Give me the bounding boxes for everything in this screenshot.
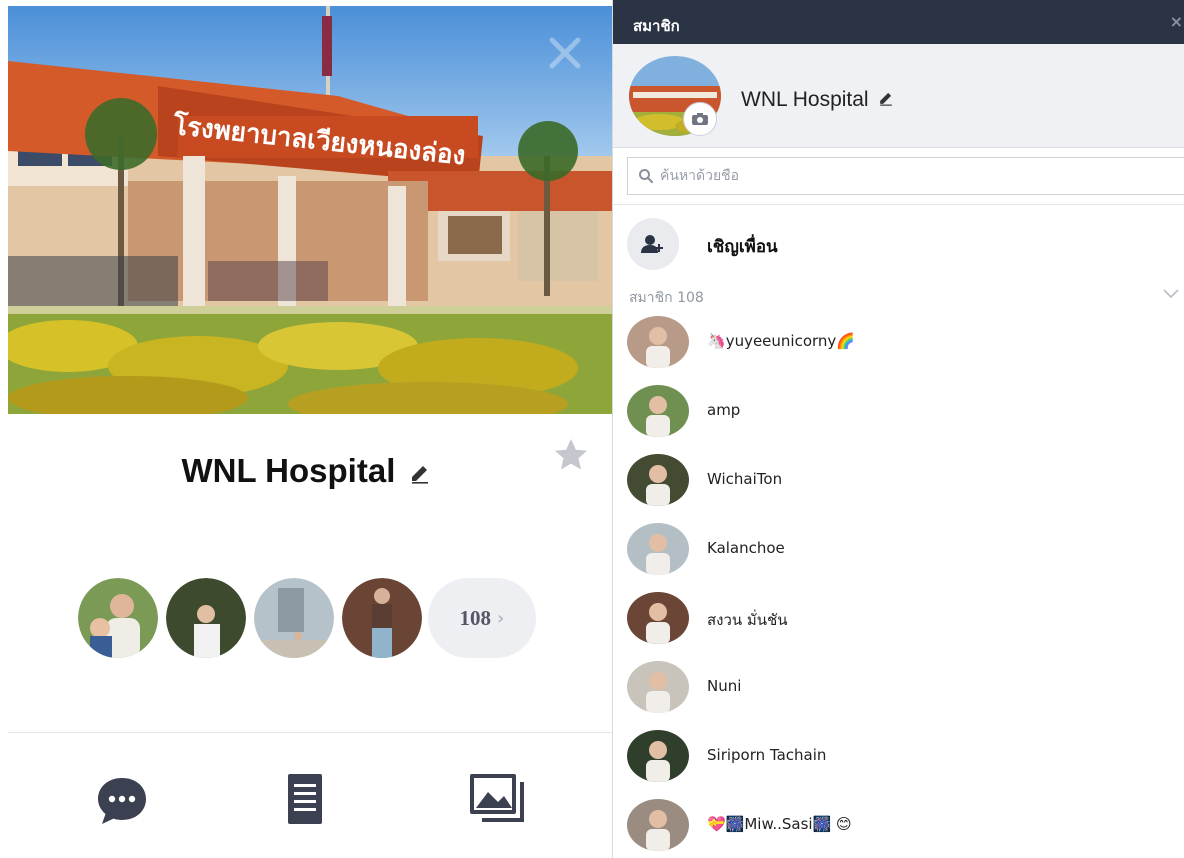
members-section-header[interactable]: สมาชิก 108 — [629, 287, 1184, 307]
member-name-line: Nuni — [707, 677, 741, 695]
member-name-line: Siriporn Tachain — [707, 746, 826, 764]
member-row[interactable]: Kalanchoe — [627, 523, 1167, 575]
pencil-icon[interactable] — [878, 88, 894, 112]
member-name: amp — [707, 401, 741, 419]
chevron-right-icon: › — [497, 607, 505, 629]
member-avatar[interactable] — [627, 592, 689, 644]
member-name: Siriporn Tachain — [707, 746, 827, 764]
member-name-line: สงวน มั่นชัน — [707, 608, 788, 632]
note-list-icon[interactable] — [282, 770, 342, 830]
close-icon[interactable]: × — [1170, 12, 1183, 31]
camera-icon[interactable] — [683, 102, 717, 136]
group-name-heading: WNL Hospital — [0, 452, 612, 492]
cover-photo-image: โรงพยาบาลเวียงหนองล่อง — [8, 6, 612, 414]
cover-photo[interactable]: โรงพยาบาลเวียงหนองล่อง — [8, 6, 612, 414]
group-profile-panel: โรงพยาบาลเวียงหนองล่อง WNL Hospital 108 … — [0, 0, 612, 858]
member-name: Nuni — [707, 677, 742, 695]
chat-bubble-icon[interactable] — [92, 770, 152, 830]
member-name-emoji: 🌈 — [836, 332, 855, 350]
member-name-emoji: 💝🎆 — [707, 815, 745, 833]
member-name-line: WichaiTon — [707, 470, 782, 488]
divider — [613, 204, 1184, 205]
member-row[interactable]: 💝🎆Miw..Sasi🎆 😊 — [627, 799, 1167, 851]
member-avatar[interactable] — [627, 730, 689, 782]
close-icon[interactable] — [548, 36, 582, 70]
invite-label: เชิญเพื่อน — [707, 237, 778, 257]
group-name-title: WNL Hospital — [741, 88, 894, 112]
member-name-line: 💝🎆Miw..Sasi🎆 😊 — [707, 815, 852, 833]
members-count: สมาชิก 108 — [629, 290, 704, 306]
divider — [8, 732, 612, 733]
star-icon[interactable] — [552, 436, 590, 474]
member-row[interactable]: สงวน มั่นชัน — [627, 592, 1167, 644]
search-input[interactable] — [660, 168, 1140, 184]
member-name: สงวน มั่นชัน — [707, 611, 788, 629]
member-name: yuyeeunicorny — [725, 332, 837, 350]
group-name: WNL Hospital — [741, 88, 869, 111]
member-name: Kalanchoe — [707, 539, 785, 557]
member-name-emoji: 🎆 😊 — [812, 815, 852, 833]
invite-friends-button[interactable]: เชิญเพื่อน — [627, 218, 1167, 270]
member-avatar[interactable] — [627, 661, 689, 713]
member-name-line: Kalanchoe — [707, 539, 785, 557]
member-avatar[interactable] — [166, 578, 246, 658]
panel-title: สมาชิก — [633, 17, 680, 35]
member-row[interactable]: Siriporn Tachain — [627, 730, 1167, 782]
member-avatar[interactable] — [78, 578, 158, 658]
member-name: Miw..Sasi — [744, 815, 813, 833]
search-icon — [639, 169, 654, 184]
member-avatar[interactable] — [342, 578, 422, 658]
search-box[interactable] — [627, 157, 1184, 195]
member-row[interactable]: WichaiTon — [627, 454, 1167, 506]
panel-header: สมาชิก × — [613, 0, 1184, 44]
photo-album-icon[interactable] — [468, 770, 528, 830]
members-panel: สมาชิก × WNL Hospital ค้นหาด้วยชื่อ เชิญ… — [612, 0, 1184, 858]
member-name-line: amp — [707, 401, 740, 419]
pencil-icon[interactable] — [409, 454, 431, 492]
member-count: 108 — [459, 605, 492, 630]
member-name-emoji: 🦄 — [707, 332, 726, 350]
member-avatar[interactable] — [627, 799, 689, 851]
member-row[interactable]: 🦄yuyeeunicorny🌈 — [627, 316, 1167, 368]
member-name: WichaiTon — [707, 470, 783, 488]
member-avatar[interactable] — [627, 523, 689, 575]
member-avatar[interactable] — [627, 385, 689, 437]
member-name-line: 🦄yuyeeunicorny🌈 — [707, 332, 855, 350]
group-name: WNL Hospital — [181, 452, 396, 489]
member-avatar[interactable] — [254, 578, 334, 658]
group-header: WNL Hospital — [613, 44, 1184, 148]
chevron-down-icon[interactable] — [1163, 289, 1179, 299]
member-avatar[interactable] — [627, 316, 689, 368]
more-members-button[interactable]: 108 › — [428, 578, 536, 658]
member-avatar[interactable] — [627, 454, 689, 506]
add-friend-icon — [627, 218, 679, 270]
member-row[interactable]: amp — [627, 385, 1167, 437]
member-row[interactable]: Nuni — [627, 661, 1167, 713]
